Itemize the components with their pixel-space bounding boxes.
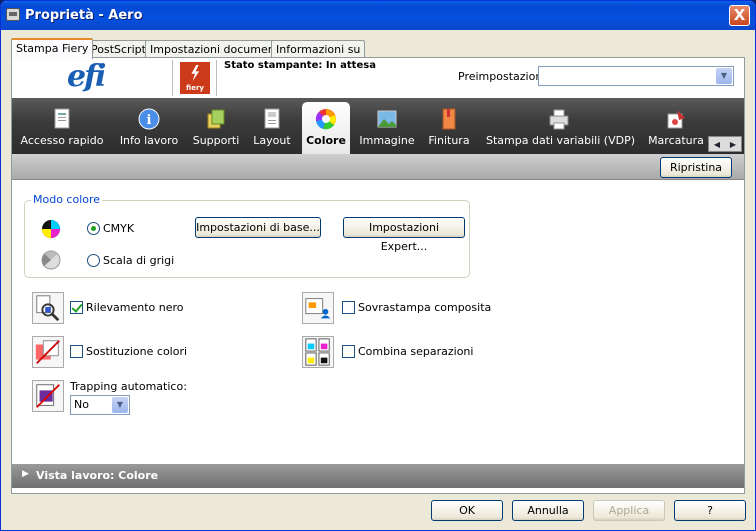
- combine-separations-checkbox[interactable]: [342, 345, 355, 358]
- fiery-panel: efi fiery Stato stampante: In attesa Pre…: [11, 57, 745, 494]
- color-mode-title: Modo colore: [31, 193, 103, 206]
- panel-header: efi fiery Stato stampante: In attesa Pre…: [12, 58, 744, 98]
- expand-arrow-icon[interactable]: ▶: [22, 469, 29, 479]
- header-divider: [172, 60, 173, 96]
- toolbar-label: Supporti: [192, 134, 240, 147]
- cmyk-radio[interactable]: [87, 222, 100, 235]
- trapping-value: No: [74, 398, 89, 411]
- black-detection-checkbox[interactable]: [70, 301, 83, 314]
- expert-settings-button[interactable]: Impostazioni Expert...: [343, 217, 465, 253]
- quick-access-icon: [54, 108, 70, 129]
- toolbar-label: Immagine: [359, 134, 415, 147]
- toolbar-label: Stampa dati variabili (VDP): [486, 134, 635, 147]
- grayscale-radio[interactable]: [87, 254, 100, 267]
- layout-icon: [264, 108, 280, 129]
- printer-status: Stato stampante: In attesa: [224, 60, 376, 71]
- tab-impostazioni-documento[interactable]: Impostazioni documento: [145, 40, 291, 58]
- toolbar-scroll: ◀ ▶: [708, 136, 742, 152]
- trapping-select[interactable]: No ▼: [70, 395, 130, 415]
- toolbar-item-info-lavoro[interactable]: i Info lavoro: [116, 102, 182, 154]
- toolbar-item-finitura[interactable]: Finitura: [424, 102, 474, 154]
- toolbar-label: Info lavoro: [119, 134, 179, 147]
- toolbar-item-supporti[interactable]: Supporti: [190, 102, 242, 154]
- fiery-logo: fiery: [180, 62, 210, 94]
- apply-button[interactable]: Applica: [593, 500, 665, 521]
- header-divider: [216, 60, 217, 96]
- toolbar-item-accesso-rapido[interactable]: Accesso rapido: [20, 102, 104, 154]
- tab-stampa-fiery[interactable]: Stampa Fiery: [11, 38, 94, 59]
- scroll-left-icon[interactable]: ◀: [714, 140, 720, 149]
- color-substitution-label: Sostituzione colori: [86, 345, 188, 358]
- toolbar-label: Colore: [306, 134, 346, 147]
- toolbar-item-marcatura[interactable]: Marcatura: [644, 102, 708, 154]
- tab-informazioni-su[interactable]: Informazioni su: [271, 40, 366, 58]
- efi-logo: efi: [67, 59, 106, 94]
- cancel-button[interactable]: Annulla: [512, 500, 584, 521]
- grayscale-label: Scala di grigi: [103, 254, 175, 267]
- close-button[interactable]: X: [729, 5, 750, 26]
- vdp-printer-icon: [549, 109, 569, 130]
- preset-label: Preimpostazioni:: [458, 70, 550, 83]
- toolbar-label: Layout: [253, 134, 291, 147]
- basic-settings-button[interactable]: Impostazioni di base...: [195, 217, 321, 238]
- cmyk-icon: [42, 220, 60, 238]
- action-bar: Ripristina: [12, 154, 744, 180]
- scroll-right-icon[interactable]: ▶: [730, 140, 736, 149]
- composite-overprint-label: Sovrastampa composita: [358, 301, 492, 314]
- toolbar-item-stampa-dati-variabili[interactable]: Stampa dati variabili (VDP): [486, 102, 635, 154]
- cmyk-label: CMYK: [103, 222, 135, 235]
- stamp-icon: [667, 110, 685, 129]
- combine-separations-label: Combina separazioni: [358, 345, 474, 358]
- toolbar-label: Accesso rapido: [20, 134, 104, 147]
- image-icon: [377, 110, 397, 128]
- properties-window: Proprietà - Aero X Stampa Fiery PostScri…: [0, 0, 756, 531]
- trapping-label: Trapping automatico:: [70, 380, 187, 393]
- preset-select[interactable]: ▼: [538, 66, 734, 86]
- combine-separations-icon: [302, 336, 334, 368]
- chevron-down-icon[interactable]: ▼: [112, 397, 128, 413]
- svg-text:i: i: [147, 113, 152, 128]
- window-icon: [6, 8, 20, 21]
- composite-overprint-checkbox[interactable]: [342, 301, 355, 314]
- trapping-icon: [32, 380, 64, 412]
- job-view-bar[interactable]: ▶ Vista lavoro: Colore: [12, 464, 744, 488]
- info-icon: i: [138, 108, 160, 130]
- job-view-label: Vista lavoro: Colore: [36, 469, 159, 482]
- toolbar-item-layout[interactable]: Layout: [250, 102, 294, 154]
- toolbar-label: Marcatura: [648, 134, 704, 147]
- ok-button[interactable]: OK: [431, 500, 503, 521]
- toolbar-label: Finitura: [428, 134, 470, 147]
- color-substitution-icon: [32, 336, 64, 368]
- tab-postscript[interactable]: PostScript: [86, 40, 151, 58]
- category-toolbar: Accesso rapido i Info lavoro Supporti La…: [12, 98, 744, 154]
- black-detection-icon: [32, 292, 64, 324]
- toolbar-item-immagine[interactable]: Immagine: [358, 102, 416, 154]
- finishing-icon: [442, 108, 456, 130]
- reset-button[interactable]: Ripristina: [660, 157, 732, 178]
- title-bar[interactable]: Proprietà - Aero X: [1, 1, 755, 30]
- chevron-down-icon[interactable]: ▼: [716, 68, 732, 84]
- window-title: Proprietà - Aero: [25, 8, 143, 23]
- grayscale-icon: [41, 250, 61, 270]
- media-icon: [207, 109, 225, 129]
- color-wheel-icon: [315, 109, 336, 130]
- help-button[interactable]: ?: [674, 500, 746, 521]
- color-substitution-checkbox[interactable]: [70, 345, 83, 358]
- composite-overprint-icon: [302, 292, 334, 324]
- color-mode-group: Modo colore CMYK Impostazioni di base...…: [24, 193, 470, 278]
- toolbar-item-colore[interactable]: Colore: [302, 102, 350, 154]
- black-detection-label: Rilevamento nero: [86, 301, 184, 314]
